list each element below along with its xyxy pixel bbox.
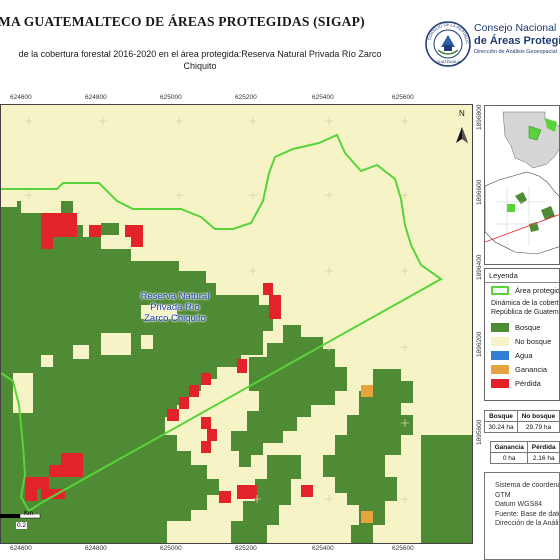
area-swatch xyxy=(491,285,509,295)
x-tick-label: 625000 xyxy=(160,94,182,101)
legend-item-label: Agua xyxy=(515,350,533,360)
legend-dyn-line-2: República de Guatemala xyxy=(491,309,559,316)
info-line: Datum WGS84 xyxy=(495,501,543,508)
table-header: Pérdida xyxy=(527,441,560,453)
x-tick-label: 625200 xyxy=(235,94,257,101)
area-label-line-3: Zarco Chiquito xyxy=(144,313,206,324)
scale-unit-label: Km xyxy=(24,511,33,517)
x-tick-label-bottom: 625200 xyxy=(235,545,257,552)
legend-item-bosque: Bosque xyxy=(491,322,540,332)
map-title: MA GUATEMALTECO DE ÁREAS PROTEGIDAS (SIG… xyxy=(0,14,365,29)
inset-area-marker xyxy=(507,204,515,212)
legend-panel: Leyenda Área protegida Dinámica de la co… xyxy=(484,268,560,401)
perdida-swatch xyxy=(491,378,509,388)
table-cell: 29.79 ha xyxy=(516,421,560,433)
legend-item-label: Pérdida xyxy=(515,378,541,388)
legend-header: Leyenda xyxy=(485,269,559,283)
bosque-swatch xyxy=(491,322,509,332)
area-label: Reserva Natural Privada Río Zarco Chiqui… xyxy=(125,291,225,324)
table-header: Ganancia xyxy=(489,441,529,453)
table-cell: 2.16 ha xyxy=(527,452,560,464)
north-label: N xyxy=(459,109,465,118)
x-tick-label-bottom: 625000 xyxy=(160,545,182,552)
table-cell: 30.24 ha xyxy=(484,421,518,433)
x-tick-label: 624600 xyxy=(10,94,32,101)
area-label-line-2: Privada Río xyxy=(150,302,200,313)
info-line: Fuente: Base de datos xyxy=(495,510,560,518)
x-tick-label-bottom: 624800 xyxy=(85,545,107,552)
table-header: Bosque xyxy=(484,410,518,422)
legend-dyn-line-1: Dinámica de la cobertura xyxy=(491,300,559,307)
legend-item-agua: Agua xyxy=(491,350,533,360)
stats-table-change: Ganancia Pérdida 0 ha 2.16 ha xyxy=(489,441,560,464)
table-cell: 0 ha xyxy=(489,452,529,464)
x-tick-label: 625400 xyxy=(312,94,334,101)
inset-map[interactable] xyxy=(484,105,560,265)
scale-bar xyxy=(0,513,60,549)
scale-value-label: 0.2 xyxy=(16,522,28,529)
map-canvas[interactable]: N Reserva Natural Privada Río Zarco Chiq… xyxy=(0,104,473,544)
org-line-1: Consejo Nacional xyxy=(474,22,557,34)
y-tick-label: 1896400 xyxy=(476,254,483,280)
inset-svg xyxy=(485,106,559,264)
legend-item-label: No bosque xyxy=(515,336,552,346)
legend-item-no-bosque: No bosque xyxy=(491,336,551,346)
table-header: No bosque xyxy=(516,410,560,422)
subtitle-line-1: de la cobertura forestal 2016-2020 en el… xyxy=(18,49,382,59)
header: MA GUATEMALTECO DE ÁREAS PROTEGIDAS (SIG… xyxy=(0,0,560,95)
y-tick-label: 1895600 xyxy=(476,419,483,445)
y-tick-label: 1896600 xyxy=(476,179,483,205)
conap-seal-logo: CONSEJO DE LA REPÚBLICA GUATEMALA xyxy=(424,20,471,67)
org-name: Consejo Nacional de Áreas Protegidas Dir… xyxy=(474,22,560,55)
stats-table-cover: Bosque No bosque 30.24 ha 29.79 ha xyxy=(484,410,560,433)
org-line-3: Dirección de Análisis Geoespacial xyxy=(474,49,557,55)
ganancia-swatch xyxy=(491,364,509,374)
map-svg xyxy=(1,105,472,543)
y-tick-label: 1896800 xyxy=(476,104,483,130)
legend-item-label: Bosque xyxy=(515,322,541,332)
info-line: Dirección de la Análisis xyxy=(495,520,560,527)
x-tick-label: 625600 xyxy=(392,94,414,101)
x-tick-label: 624800 xyxy=(85,94,107,101)
agua-swatch xyxy=(491,350,509,360)
x-tick-label-bottom: 625400 xyxy=(312,545,334,552)
org-line-2: de Áreas Protegidas xyxy=(474,35,560,47)
legend-area-label: Área protegida xyxy=(515,285,560,295)
info-line: GTM xyxy=(495,491,511,499)
map-subtitle: de la cobertura forestal 2016-2020 en el… xyxy=(0,48,400,72)
area-label-line-1: Reserva Natural xyxy=(140,291,210,302)
y-tick-label: 1896200 xyxy=(476,331,483,357)
no-bosque-swatch xyxy=(491,336,509,346)
legend-dynamics-title: Dinámica de la cobertura República de Gu… xyxy=(491,299,559,317)
metadata-panel: Sistema de coordenadas GTM Datum WGS84 F… xyxy=(484,472,560,560)
svg-text:GUATEMALA: GUATEMALA xyxy=(436,59,461,64)
x-tick-label-bottom: 625600 xyxy=(392,545,414,552)
info-line: Sistema de coordenadas xyxy=(495,482,560,489)
legend-area-item: Área protegida xyxy=(491,285,560,295)
legend-item-perdida: Pérdida xyxy=(491,378,541,388)
legend-item-ganancia: Ganancia xyxy=(491,364,547,374)
legend-item-label: Ganancia xyxy=(515,364,548,374)
subtitle-line-2: Chiquito xyxy=(183,61,217,71)
